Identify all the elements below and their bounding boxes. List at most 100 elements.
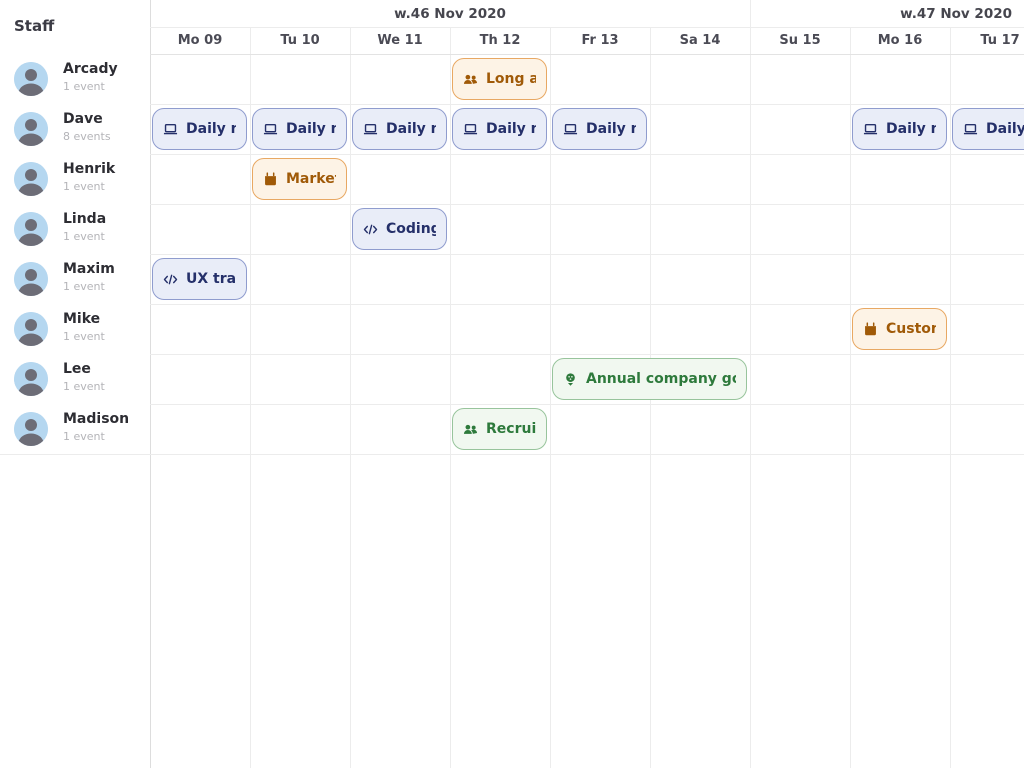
laptop-icon: [963, 122, 978, 137]
staff-name: Maxim: [63, 261, 115, 277]
grid-line-vertical: [850, 27, 851, 768]
avatar: [14, 262, 48, 296]
day-header-cell: Tu 17: [950, 27, 1024, 54]
scheduler-app: Staff w.46 Nov 2020w.47 Nov 2020 Mo 09Tu…: [0, 0, 1024, 768]
grid-line-horizontal: [0, 354, 1024, 355]
grid-line-horizontal: [0, 104, 1024, 105]
day-header-cell: Mo 16: [850, 27, 950, 54]
staff-name: Mike: [63, 311, 100, 327]
avatar: [14, 412, 48, 446]
event-label: Coding: [386, 221, 436, 237]
avatar: [14, 212, 48, 246]
event-label: Daily n: [886, 121, 936, 137]
laptop-icon: [263, 122, 278, 137]
grid-line-horizontal: [0, 404, 1024, 405]
week-label: w.46 Nov 2020: [394, 6, 506, 22]
code-icon: [363, 222, 378, 237]
staff-name: Dave: [63, 111, 103, 127]
staff-event-count: 1 event: [63, 380, 105, 393]
event-bar[interactable]: Daily n: [352, 108, 447, 150]
staff-event-count: 1 event: [63, 180, 105, 193]
event-label: Daily n: [486, 121, 536, 137]
event-label: Daily n: [186, 121, 236, 137]
event-label: Custom: [886, 321, 936, 337]
event-bar[interactable]: Daily n: [952, 108, 1024, 150]
grid-line-vertical: [550, 27, 551, 768]
event-label: Daily n: [986, 121, 1024, 137]
day-header-cell: Fr 13: [550, 27, 650, 54]
grid-line-vertical: [350, 27, 351, 768]
event-bar[interactable]: Recrui: [452, 408, 547, 450]
event-bar[interactable]: Custom: [852, 308, 947, 350]
staff-row[interactable]: Dave 8 events: [0, 104, 150, 154]
event-bar[interactable]: Annual company golf: [552, 358, 747, 400]
staff-row[interactable]: Henrik1 event: [0, 154, 150, 204]
event-label: Recrui: [486, 421, 536, 437]
avatar: [14, 162, 48, 196]
event-bar[interactable]: Market: [252, 158, 347, 200]
staff-event-count: 1 event: [63, 430, 105, 443]
avatar: [14, 312, 48, 346]
laptop-icon: [563, 122, 578, 137]
event-bar[interactable]: UX tra: [152, 258, 247, 300]
event-label: Market: [286, 171, 336, 187]
day-header-cell: Su 15: [750, 27, 850, 54]
event-label: Long a: [486, 71, 536, 87]
event-label: Daily n: [386, 121, 436, 137]
users-icon: [463, 72, 478, 87]
event-bar[interactable]: Coding: [352, 208, 447, 250]
day-header-cell: Sa 14: [650, 27, 750, 54]
staff-row[interactable]: Lee 1 event: [0, 354, 150, 404]
event-bar[interactable]: Daily n: [152, 108, 247, 150]
users-icon: [463, 422, 478, 437]
staff-row[interactable]: Linda 1 event: [0, 204, 150, 254]
avatar: [14, 112, 48, 146]
staff-name: Arcady: [63, 61, 118, 77]
grid-line-vertical: [250, 27, 251, 768]
event-label: UX tra: [186, 271, 236, 287]
grid-line-vertical: [750, 0, 751, 768]
event-bar[interactable]: Daily n: [852, 108, 947, 150]
staff-name: Lee: [63, 361, 91, 377]
grid-line-horizontal: [0, 154, 1024, 155]
laptop-icon: [363, 122, 378, 137]
staff-row[interactable]: Madison1 event: [0, 404, 150, 454]
avatar: [14, 62, 48, 96]
week-header-cell: w.47 Nov 2020: [750, 0, 1024, 27]
grid-line-vertical: [450, 27, 451, 768]
event-label: Annual company golf: [586, 371, 736, 387]
calendar-icon: [863, 322, 878, 337]
event-label: Daily n: [586, 121, 636, 137]
week-label: w.47 Nov 2020: [900, 6, 1012, 22]
grid-line-horizontal: [0, 254, 1024, 255]
staff-row[interactable]: Maxim 1 event: [0, 254, 150, 304]
staff-name: Linda: [63, 211, 106, 227]
staff-row[interactable]: Arcady 1 event: [0, 54, 150, 104]
event-bar[interactable]: Daily n: [452, 108, 547, 150]
event-bar[interactable]: Daily n: [252, 108, 347, 150]
avatar: [14, 362, 48, 396]
staff-event-count: 1 event: [63, 80, 105, 93]
staff-event-count: 1 event: [63, 230, 105, 243]
laptop-icon: [163, 122, 178, 137]
calendar-icon: [263, 172, 278, 187]
grid-line-horizontal: [0, 54, 1024, 55]
event-bar[interactable]: Long a: [452, 58, 547, 100]
week-header-cell: w.46 Nov 2020: [150, 0, 750, 27]
day-header-cell: Tu 10: [250, 27, 350, 54]
staff-event-count: 1 event: [63, 280, 105, 293]
code-icon: [163, 272, 178, 287]
laptop-icon: [863, 122, 878, 137]
event-bar[interactable]: Daily n: [552, 108, 647, 150]
staff-event-count: 1 event: [63, 330, 105, 343]
staff-panel-title: Staff: [14, 0, 54, 52]
staff-event-count: 8 events: [63, 130, 111, 143]
laptop-icon: [463, 122, 478, 137]
grid-line-horizontal: [0, 454, 1024, 455]
grid-line-vertical: [150, 0, 151, 768]
day-header-cell: We 11: [350, 27, 450, 54]
grid-line-vertical: [950, 27, 951, 768]
grid-line-horizontal: [0, 304, 1024, 305]
staff-row[interactable]: Mike 1 event: [0, 304, 150, 354]
golf-icon: [563, 372, 578, 387]
